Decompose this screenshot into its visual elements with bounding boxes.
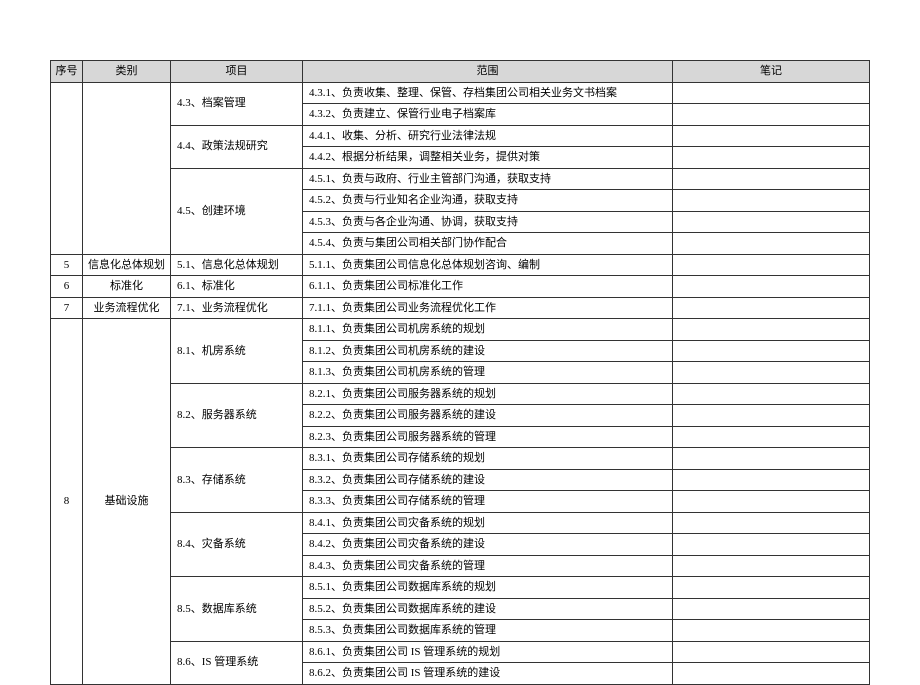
cell-scope: 8.2.3、负责集团公司服务器系统的管理 xyxy=(303,426,673,448)
cell-notes xyxy=(673,641,870,663)
requirements-table: 序号 类别 项目 范围 笔记 4.3、档案管理4.3.1、负责收集、整理、保管、… xyxy=(50,60,870,685)
cell-scope: 8.3.2、负责集团公司存储系统的建设 xyxy=(303,469,673,491)
cell-category: 标准化 xyxy=(83,276,171,298)
cell-scope: 8.1.3、负责集团公司机房系统的管理 xyxy=(303,362,673,384)
cell-project: 4.5、创建环境 xyxy=(171,168,303,254)
cell-seq xyxy=(51,82,83,254)
cell-scope: 8.4.3、负责集团公司灾备系统的管理 xyxy=(303,555,673,577)
cell-notes xyxy=(673,577,870,599)
cell-project: 8.5、数据库系统 xyxy=(171,577,303,642)
header-seq: 序号 xyxy=(51,61,83,83)
cell-notes xyxy=(673,512,870,534)
cell-notes xyxy=(673,383,870,405)
cell-scope: 4.5.3、负责与各企业沟通、协调，获取支持 xyxy=(303,211,673,233)
cell-category: 信息化总体规划 xyxy=(83,254,171,276)
header-notes: 笔记 xyxy=(673,61,870,83)
table-row: 8.5、数据库系统8.5.1、负责集团公司数据库系统的规划 xyxy=(51,577,870,599)
cell-scope: 6.1.1、负责集团公司标准化工作 xyxy=(303,276,673,298)
table-row: 8.3、存储系统8.3.1、负责集团公司存储系统的规划 xyxy=(51,448,870,470)
cell-notes xyxy=(673,491,870,513)
header-category: 类别 xyxy=(83,61,171,83)
cell-project: 5.1、信息化总体规划 xyxy=(171,254,303,276)
table-row: 8.6、IS 管理系统8.6.1、负责集团公司 IS 管理系统的规划 xyxy=(51,641,870,663)
cell-seq: 5 xyxy=(51,254,83,276)
cell-project: 4.4、政策法规研究 xyxy=(171,125,303,168)
cell-project: 8.1、机房系统 xyxy=(171,319,303,384)
cell-category: 业务流程优化 xyxy=(83,297,171,319)
cell-notes xyxy=(673,104,870,126)
table-row: 4.3、档案管理4.3.1、负责收集、整理、保管、存档集团公司相关业务文书档案 xyxy=(51,82,870,104)
cell-scope: 4.5.2、负责与行业知名企业沟通，获取支持 xyxy=(303,190,673,212)
cell-project: 8.6、IS 管理系统 xyxy=(171,641,303,684)
cell-notes xyxy=(673,340,870,362)
cell-scope: 8.4.1、负责集团公司灾备系统的规划 xyxy=(303,512,673,534)
cell-scope: 4.4.1、收集、分析、研究行业法律法规 xyxy=(303,125,673,147)
cell-notes xyxy=(673,362,870,384)
cell-notes xyxy=(673,426,870,448)
cell-scope: 8.5.1、负责集团公司数据库系统的规划 xyxy=(303,577,673,599)
table-row: 4.4、政策法规研究4.4.1、收集、分析、研究行业法律法规 xyxy=(51,125,870,147)
cell-notes xyxy=(673,276,870,298)
cell-notes xyxy=(673,469,870,491)
table-row: 8基础设施8.1、机房系统8.1.1、负责集团公司机房系统的规划 xyxy=(51,319,870,341)
cell-seq: 6 xyxy=(51,276,83,298)
cell-scope: 8.5.3、负责集团公司数据库系统的管理 xyxy=(303,620,673,642)
table-row: 8.4、灾备系统8.4.1、负责集团公司灾备系统的规划 xyxy=(51,512,870,534)
cell-notes xyxy=(673,254,870,276)
header-project: 项目 xyxy=(171,61,303,83)
cell-scope: 8.1.1、负责集团公司机房系统的规划 xyxy=(303,319,673,341)
cell-project: 7.1、业务流程优化 xyxy=(171,297,303,319)
cell-notes xyxy=(673,319,870,341)
cell-notes xyxy=(673,555,870,577)
cell-notes xyxy=(673,534,870,556)
cell-scope: 8.2.2、负责集团公司服务器系统的建设 xyxy=(303,405,673,427)
table-row: 4.5、创建环境4.5.1、负责与政府、行业主管部门沟通，获取支持 xyxy=(51,168,870,190)
cell-seq: 8 xyxy=(51,319,83,685)
cell-scope: 4.5.1、负责与政府、行业主管部门沟通，获取支持 xyxy=(303,168,673,190)
cell-notes xyxy=(673,405,870,427)
cell-notes xyxy=(673,598,870,620)
cell-notes xyxy=(673,147,870,169)
cell-project: 6.1、标准化 xyxy=(171,276,303,298)
table-row: 6标准化6.1、标准化6.1.1、负责集团公司标准化工作 xyxy=(51,276,870,298)
cell-scope: 8.3.3、负责集团公司存储系统的管理 xyxy=(303,491,673,513)
cell-scope: 8.6.1、负责集团公司 IS 管理系统的规划 xyxy=(303,641,673,663)
cell-scope: 8.4.2、负责集团公司灾备系统的建设 xyxy=(303,534,673,556)
cell-notes xyxy=(673,620,870,642)
cell-notes xyxy=(673,233,870,255)
header-scope: 范围 xyxy=(303,61,673,83)
cell-scope: 8.6.2、负责集团公司 IS 管理系统的建设 xyxy=(303,663,673,685)
cell-scope: 4.3.2、负责建立、保管行业电子档案库 xyxy=(303,104,673,126)
cell-scope: 5.1.1、负责集团公司信息化总体规划咨询、编制 xyxy=(303,254,673,276)
cell-notes xyxy=(673,448,870,470)
cell-category xyxy=(83,82,171,254)
cell-notes xyxy=(673,190,870,212)
cell-notes xyxy=(673,297,870,319)
table-row: 8.2、服务器系统8.2.1、负责集团公司服务器系统的规划 xyxy=(51,383,870,405)
cell-category: 基础设施 xyxy=(83,319,171,685)
cell-project: 8.4、灾备系统 xyxy=(171,512,303,577)
cell-notes xyxy=(673,663,870,685)
cell-scope: 4.3.1、负责收集、整理、保管、存档集团公司相关业务文书档案 xyxy=(303,82,673,104)
cell-notes xyxy=(673,168,870,190)
table-row: 5信息化总体规划5.1、信息化总体规划5.1.1、负责集团公司信息化总体规划咨询… xyxy=(51,254,870,276)
cell-scope: 8.1.2、负责集团公司机房系统的建设 xyxy=(303,340,673,362)
cell-scope: 8.3.1、负责集团公司存储系统的规划 xyxy=(303,448,673,470)
cell-scope: 8.5.2、负责集团公司数据库系统的建设 xyxy=(303,598,673,620)
cell-project: 8.2、服务器系统 xyxy=(171,383,303,448)
table-header-row: 序号 类别 项目 范围 笔记 xyxy=(51,61,870,83)
table-row: 7业务流程优化7.1、业务流程优化7.1.1、负责集团公司业务流程优化工作 xyxy=(51,297,870,319)
cell-scope: 4.5.4、负责与集团公司相关部门协作配合 xyxy=(303,233,673,255)
cell-scope: 4.4.2、根据分析结果，调整相关业务，提供对策 xyxy=(303,147,673,169)
cell-project: 4.3、档案管理 xyxy=(171,82,303,125)
cell-project: 8.3、存储系统 xyxy=(171,448,303,513)
cell-seq: 7 xyxy=(51,297,83,319)
cell-scope: 7.1.1、负责集团公司业务流程优化工作 xyxy=(303,297,673,319)
cell-notes xyxy=(673,82,870,104)
cell-scope: 8.2.1、负责集团公司服务器系统的规划 xyxy=(303,383,673,405)
cell-notes xyxy=(673,211,870,233)
cell-notes xyxy=(673,125,870,147)
